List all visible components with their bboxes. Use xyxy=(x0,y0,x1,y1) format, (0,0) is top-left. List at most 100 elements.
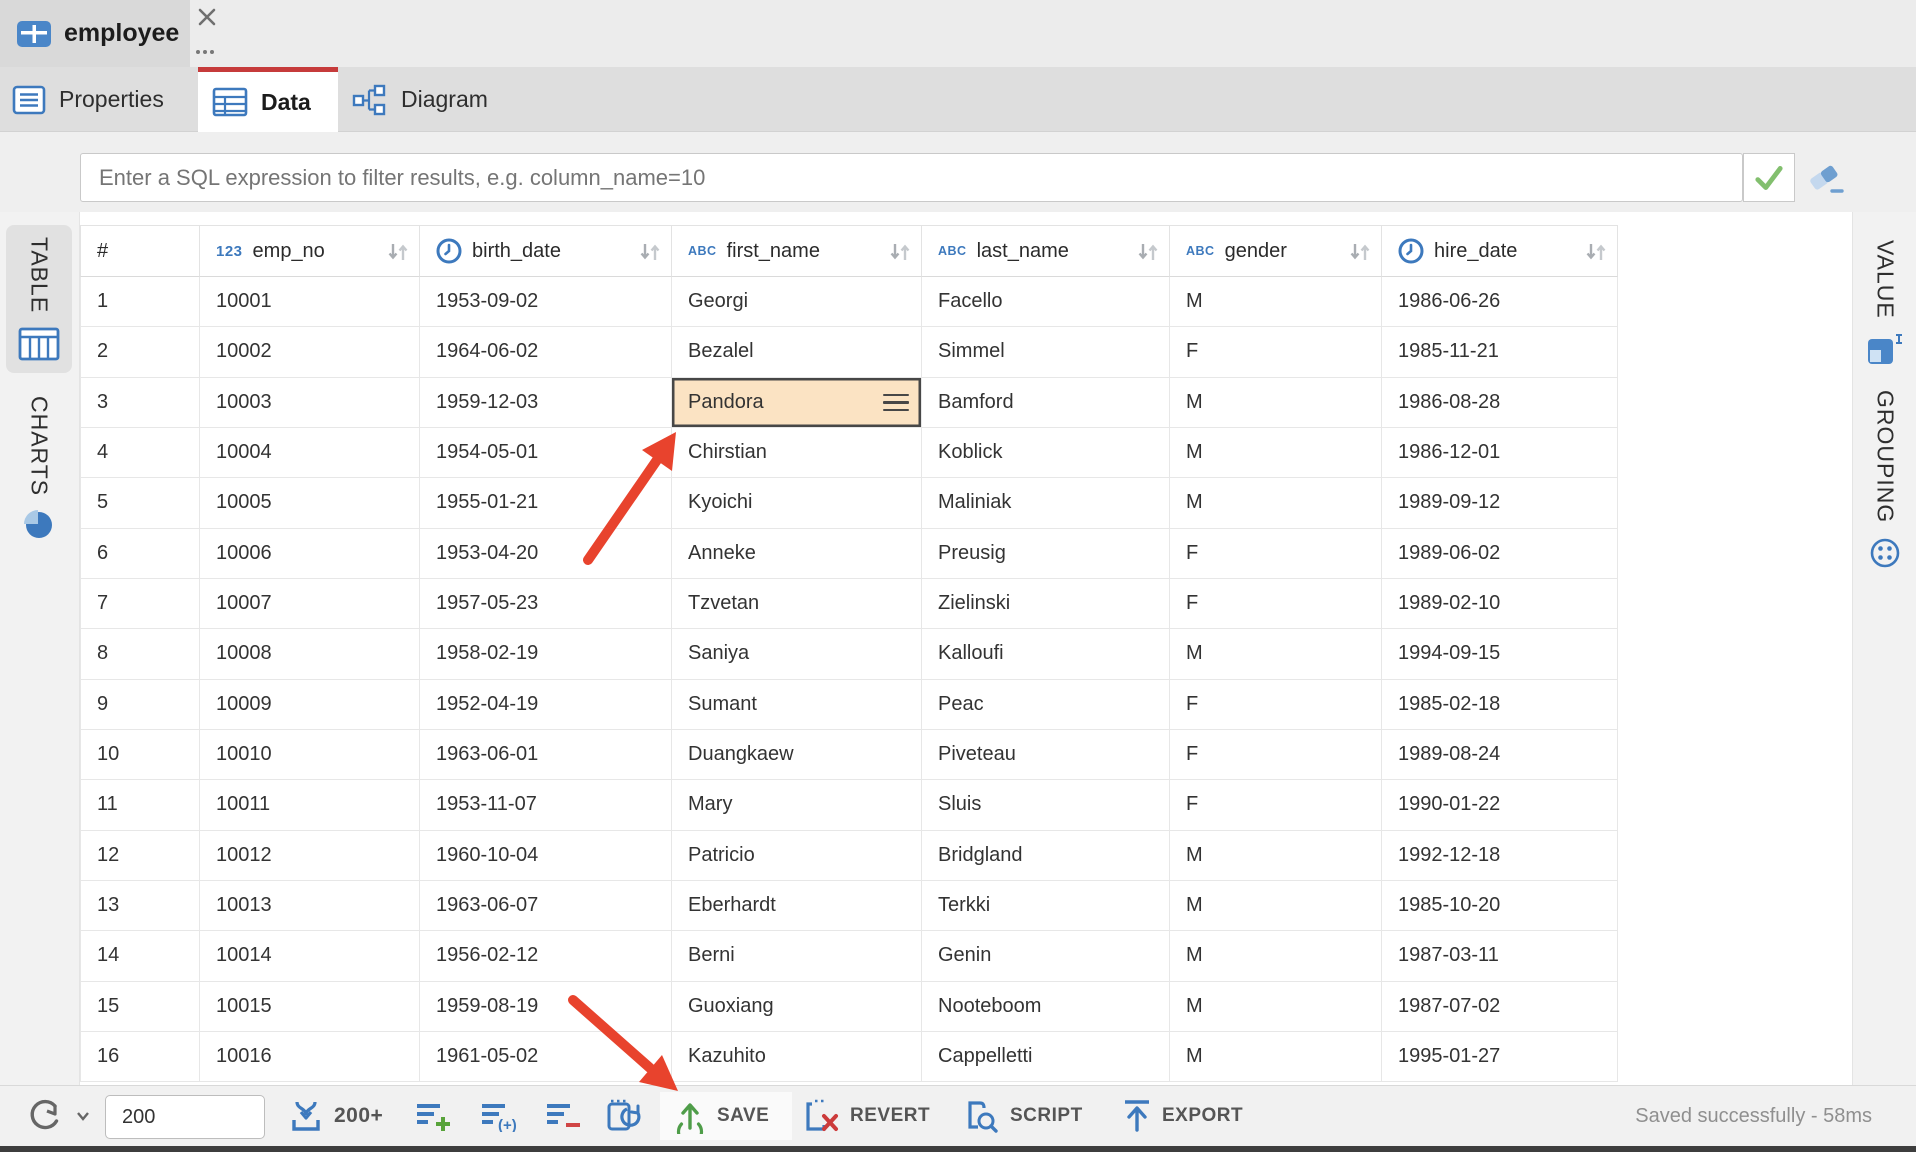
table-cell[interactable]: Mary xyxy=(672,780,922,830)
rail-tab-charts[interactable]: CHARTS xyxy=(6,384,72,552)
table-cell[interactable]: M xyxy=(1170,629,1382,679)
fetch-next-page-button[interactable]: 200+ xyxy=(288,1092,383,1140)
delete-row-button[interactable] xyxy=(546,1092,582,1140)
table-cell[interactable]: 1959-08-19 xyxy=(420,982,672,1032)
table-cell[interactable]: 1992-12-18 xyxy=(1382,831,1618,881)
table-cell[interactable]: Chirstian xyxy=(672,428,922,478)
table-cell[interactable]: 1956-02-12 xyxy=(420,931,672,981)
close-icon[interactable] xyxy=(196,6,218,28)
revert-button[interactable]: REVERT xyxy=(802,1092,930,1140)
table-cell[interactable]: 1986-06-26 xyxy=(1382,277,1618,327)
table-cell[interactable]: 10010 xyxy=(200,730,420,780)
rail-tab-grouping[interactable]: GROUPING xyxy=(1855,378,1915,581)
sort-icon[interactable] xyxy=(1349,242,1371,262)
table-cell[interactable]: M xyxy=(1170,982,1382,1032)
table-cell[interactable]: 10004 xyxy=(200,428,420,478)
row-limit-input[interactable] xyxy=(105,1095,265,1139)
table-cell[interactable]: Georgi xyxy=(672,277,922,327)
table-cell[interactable]: 10001 xyxy=(200,277,420,327)
table-cell[interactable]: Preusig xyxy=(922,529,1170,579)
table-cell[interactable]: F xyxy=(1170,529,1382,579)
table-cell[interactable]: Berni xyxy=(672,931,922,981)
table-cell[interactable]: 1989-06-02 xyxy=(1382,529,1618,579)
table-cell[interactable]: Guoxiang xyxy=(672,982,922,1032)
table-cell[interactable]: M xyxy=(1170,1032,1382,1082)
table-cell[interactable]: 1989-02-10 xyxy=(1382,579,1618,629)
table-cell[interactable]: Koblick xyxy=(922,428,1170,478)
table-cell[interactable]: Patricio xyxy=(672,831,922,881)
selected-cell[interactable]: Pandora xyxy=(672,378,922,428)
sort-icon[interactable] xyxy=(889,242,911,262)
table-cell[interactable]: 10015 xyxy=(200,982,420,1032)
table-cell[interactable]: 1985-02-18 xyxy=(1382,680,1618,730)
table-cell[interactable]: Terkki xyxy=(922,881,1170,931)
table-cell[interactable]: 10006 xyxy=(200,529,420,579)
rail-tab-value[interactable]: VALUE xyxy=(1855,228,1915,377)
table-cell[interactable]: 1953-09-02 xyxy=(420,277,672,327)
tab-diagram[interactable]: Diagram xyxy=(338,67,528,132)
row-number[interactable]: 5 xyxy=(80,478,200,528)
table-cell[interactable]: 10008 xyxy=(200,629,420,679)
row-number[interactable]: 9 xyxy=(80,680,200,730)
sql-filter-input[interactable] xyxy=(80,153,1743,202)
row-number[interactable]: 2 xyxy=(80,327,200,377)
table-cell[interactable]: Zielinski xyxy=(922,579,1170,629)
table-cell[interactable]: 1955-01-21 xyxy=(420,478,672,528)
table-cell[interactable]: 1986-12-01 xyxy=(1382,428,1618,478)
row-number[interactable]: 10 xyxy=(80,730,200,780)
tab-properties[interactable]: Properties xyxy=(0,67,198,132)
table-cell[interactable]: Genin xyxy=(922,931,1170,981)
table-cell[interactable]: Kyoichi xyxy=(672,478,922,528)
refresh-data-button[interactable] xyxy=(605,1092,643,1140)
sort-icon[interactable] xyxy=(1585,242,1607,262)
row-number[interactable]: 8 xyxy=(80,629,200,679)
table-cell[interactable]: Kalloufi xyxy=(922,629,1170,679)
table-cell[interactable]: 1987-03-11 xyxy=(1382,931,1618,981)
table-cell[interactable]: 10014 xyxy=(200,931,420,981)
table-cell[interactable]: Eberhardt xyxy=(672,881,922,931)
table-cell[interactable]: 10016 xyxy=(200,1032,420,1082)
table-cell[interactable]: 1952-04-19 xyxy=(420,680,672,730)
table-cell[interactable]: 1985-11-21 xyxy=(1382,327,1618,377)
sort-icon[interactable] xyxy=(1137,242,1159,262)
table-cell[interactable]: M xyxy=(1170,277,1382,327)
table-cell[interactable]: 10005 xyxy=(200,478,420,528)
table-cell[interactable]: Sumant xyxy=(672,680,922,730)
cell-menu-icon[interactable] xyxy=(883,394,909,412)
column-header-emp_no[interactable]: 123emp_no xyxy=(200,225,420,277)
export-button[interactable]: EXPORT xyxy=(1122,1092,1243,1140)
table-cell[interactable]: 1990-01-22 xyxy=(1382,780,1618,830)
table-cell[interactable]: Piveteau xyxy=(922,730,1170,780)
table-cell[interactable]: Peac xyxy=(922,680,1170,730)
table-cell[interactable]: Tzvetan xyxy=(672,579,922,629)
refresh-button[interactable] xyxy=(26,1092,90,1140)
row-number[interactable]: 11 xyxy=(80,780,200,830)
table-cell[interactable]: M xyxy=(1170,478,1382,528)
table-cell[interactable]: F xyxy=(1170,780,1382,830)
table-cell[interactable]: F xyxy=(1170,730,1382,780)
row-number[interactable]: 6 xyxy=(80,529,200,579)
row-number[interactable]: 3 xyxy=(80,378,200,428)
table-cell[interactable]: 1989-09-12 xyxy=(1382,478,1618,528)
table-cell[interactable]: Anneke xyxy=(672,529,922,579)
column-header-last_name[interactable]: ABClast_name xyxy=(922,225,1170,277)
table-cell[interactable]: 1961-05-02 xyxy=(420,1032,672,1082)
table-cell[interactable]: 1957-05-23 xyxy=(420,579,672,629)
table-cell[interactable]: 1958-02-19 xyxy=(420,629,672,679)
table-cell[interactable]: 1994-09-15 xyxy=(1382,629,1618,679)
table-cell[interactable]: F xyxy=(1170,327,1382,377)
clear-filter-button[interactable] xyxy=(1804,160,1848,198)
table-cell[interactable]: 1986-08-28 xyxy=(1382,378,1618,428)
row-number[interactable]: 12 xyxy=(80,831,200,881)
tab-employee[interactable]: employee xyxy=(0,0,190,67)
table-cell[interactable]: Sluis xyxy=(922,780,1170,830)
table-cell[interactable]: 1963-06-01 xyxy=(420,730,672,780)
table-cell[interactable]: Duangkaew xyxy=(672,730,922,780)
sort-icon[interactable] xyxy=(387,242,409,262)
rail-tab-table[interactable]: TABLE xyxy=(6,225,72,373)
table-cell[interactable]: 1959-12-03 xyxy=(420,378,672,428)
apply-filter-button[interactable] xyxy=(1743,153,1795,202)
tab-data[interactable]: Data xyxy=(198,67,338,132)
row-number[interactable]: 15 xyxy=(80,982,200,1032)
table-cell[interactable]: Facello xyxy=(922,277,1170,327)
